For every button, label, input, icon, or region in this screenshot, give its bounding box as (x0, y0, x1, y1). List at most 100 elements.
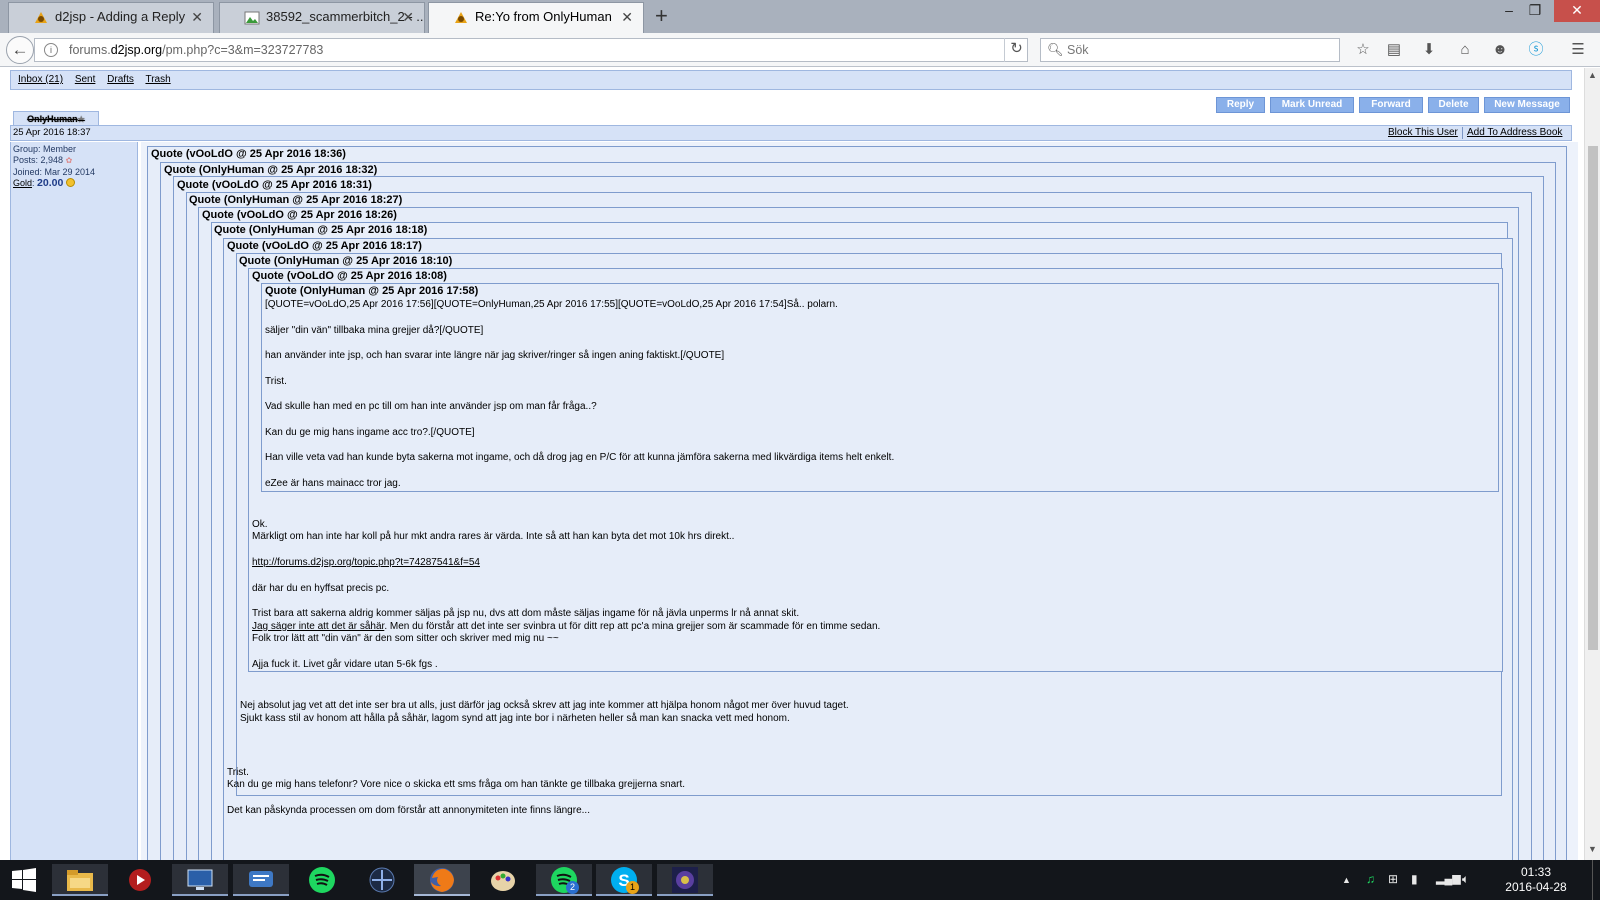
browser-tab-adding-reply[interactable]: d2jsp - Adding a Reply ✕ (8, 2, 214, 33)
star-icon[interactable]: ☆ (1353, 41, 1373, 59)
message-line: Ajja fuck it. Livet går vidare utan 5-6k… (252, 659, 438, 670)
windows-tray-icon[interactable]: ⊞ (1388, 872, 1398, 886)
quote-header: Quote (vOoLdO @ 25 Apr 2016 18:26) (202, 209, 397, 221)
author-gold: Gold: 20.00 (13, 178, 137, 189)
pm-folder-nav: Inbox (21) Sent Drafts Trash (10, 70, 1572, 90)
quote-header: Quote (OnlyHuman @ 25 Apr 2016 18:32) (164, 164, 378, 176)
close-icon[interactable]: ✕ (621, 3, 633, 31)
mark-unread-button[interactable]: Mark Unread (1270, 97, 1354, 113)
sent-link[interactable]: Sent (75, 74, 96, 85)
game-app-icon[interactable] (657, 864, 713, 896)
spotify-icon[interactable] (294, 864, 350, 896)
browser-tab-active[interactable]: Re:Yo from OnlyHuman ✕ (428, 2, 644, 33)
add-address-book-link[interactable]: Add To Address Book (1467, 126, 1562, 140)
show-hidden-icons-icon[interactable]: ▲ (1342, 875, 1351, 885)
skype-icon[interactable]: ⓢ (1526, 41, 1546, 59)
navigation-bar: ← i forums.d2jsp.org/pm.php?c=3&m=323727… (0, 33, 1600, 67)
gold-link[interactable]: Gold (13, 178, 32, 188)
media-player-icon[interactable] (112, 864, 168, 896)
system-clock[interactable]: 01:33 2016-04-28 (1497, 865, 1575, 895)
block-user-link[interactable]: Block This User (1388, 126, 1458, 140)
file-explorer-icon[interactable] (52, 864, 108, 896)
diablo-icon[interactable] (354, 864, 410, 896)
scroll-down-icon[interactable]: ▼ (1588, 844, 1597, 854)
skype-icon[interactable]: S 1 (596, 864, 652, 896)
search-input[interactable]: 🔍︎ Sök (1040, 38, 1340, 62)
author-posts: Posts: 2,948 ✿ (13, 155, 73, 166)
url-prefix: forums. (69, 43, 111, 57)
volume-icon[interactable]: 🔈︎ (1462, 872, 1469, 887)
quote-header: Quote (OnlyHuman @ 25 Apr 2016 18:27) (189, 194, 403, 206)
spotify-badge: 2 (566, 881, 579, 894)
url-bar[interactable]: i forums.d2jsp.org/pm.php?c=3&m=32372778… (34, 38, 1028, 62)
underlined-text: Jag säger inte att det är såhär (252, 621, 385, 632)
topic-link[interactable]: http://forums.d2jsp.org/topic.php?t=7428… (252, 557, 480, 568)
author-joined: Joined: Mar 29 2014 (13, 166, 96, 177)
close-icon[interactable]: ✕ (191, 3, 203, 31)
message-line: han använder inte jsp, och han svarar in… (265, 350, 725, 361)
author-info-panel: Group: Member Posts: 2,948 ✿ Joined: Mar… (10, 142, 138, 860)
message-line: Kan du ge mig hans telefonr? Vore nice o… (227, 779, 686, 790)
message-line: Nej absolut jag vet att det inte ser bra… (240, 700, 849, 711)
quote-header: Quote (vOoLdO @ 25 Apr 2016 18:17) (227, 240, 422, 252)
inbox-link[interactable]: Inbox (21) (18, 74, 63, 85)
info-icon[interactable]: i (44, 43, 58, 57)
new-tab-button[interactable]: + (655, 2, 668, 30)
author-group: Group: Member (13, 144, 77, 154)
back-button[interactable]: ← (6, 36, 34, 64)
menu-icon[interactable]: ☰ (1568, 41, 1588, 59)
maximize-button[interactable]: ❐ (1522, 0, 1548, 22)
download-icon[interactable]: ⬇ (1419, 41, 1439, 59)
tab-title: Re:Yo from OnlyHuman (475, 9, 612, 24)
tab-bar: d2jsp - Adding a Reply ✕ 38592_scammerbi… (0, 0, 1600, 33)
message-line: Märkligt om han inte har koll på hur mkt… (252, 531, 735, 542)
page-content: Inbox (21) Sent Drafts Trash Reply Mark … (0, 68, 1584, 860)
message-date: 25 Apr 2016 18:37 (13, 127, 91, 138)
spotify-tray-icon[interactable]: ♫ (1366, 872, 1375, 886)
hello-icon[interactable]: ☻ (1490, 41, 1510, 59)
start-icon[interactable] (0, 864, 48, 896)
chat-app-icon[interactable] (233, 864, 289, 896)
forward-button[interactable]: Forward (1359, 97, 1423, 113)
home-icon[interactable]: ⌂ (1455, 41, 1475, 59)
url-path: /pm.php?c=3&m=323727783 (162, 43, 324, 57)
author-name[interactable]: OnlyHuman★ (13, 111, 99, 126)
taskbar: 2 S 1 ▲ ♫ ⊞ ▮ ▂▄▆ 🔈︎ 01:33 2016-04-28 (0, 860, 1600, 900)
quote-header: Quote (OnlyHuman @ 25 Apr 2016 18:10) (239, 255, 453, 267)
close-icon[interactable]: ✕ (402, 3, 414, 31)
scrollbar-thumb[interactable] (1588, 146, 1598, 650)
tab-title: 38592_scammerbitch_2 - ... (266, 9, 425, 24)
drafts-link[interactable]: Drafts (107, 74, 134, 85)
firefox-icon[interactable] (414, 864, 470, 896)
tab-title: d2jsp - Adding a Reply (55, 9, 186, 24)
new-message-button[interactable]: New Message (1484, 97, 1570, 113)
message-line: Ok. (252, 519, 268, 530)
battery-icon[interactable]: ▮ (1411, 872, 1418, 886)
minimize-button[interactable]: – (1496, 0, 1522, 22)
image-favicon-icon (244, 11, 260, 25)
close-window-button[interactable]: ✕ (1554, 0, 1600, 22)
remote-desktop-icon[interactable] (172, 864, 228, 896)
message-header: 25 Apr 2016 18:37 Block This User Add To… (10, 125, 1572, 141)
paint-icon[interactable] (475, 864, 531, 896)
d2jsp-favicon-icon (455, 12, 467, 23)
gold-value: 20.00 (37, 177, 64, 190)
spotify-alt-icon[interactable]: 2 (536, 864, 592, 896)
reply-button[interactable]: Reply (1216, 97, 1265, 113)
quote-header: Quote (OnlyHuman @ 25 Apr 2016 17:58) (265, 285, 479, 297)
reload-icon[interactable]: ↻ (1004, 38, 1028, 62)
message-line: Kan du ge mig hans ingame acc tro?.[/QUO… (265, 427, 475, 438)
delete-button[interactable]: Delete (1428, 97, 1479, 113)
divider (1462, 127, 1463, 139)
browser-tab-image[interactable]: 38592_scammerbitch_2 - ... ✕ (219, 2, 425, 33)
quote-header: Quote (OnlyHuman @ 25 Apr 2016 18:18) (214, 224, 428, 236)
network-icon[interactable]: ▂▄▆ (1436, 872, 1461, 885)
scroll-up-icon[interactable]: ▲ (1588, 70, 1597, 80)
message-line: Jag säger inte att det är såhär. Men du … (252, 621, 881, 632)
reader-icon[interactable]: ▤ (1384, 41, 1404, 59)
message-line: Vad skulle han med en pc till om han int… (265, 401, 597, 412)
message-line: Trist. (227, 767, 249, 778)
show-desktop-button[interactable] (1592, 860, 1600, 900)
vertical-scrollbar[interactable]: ▲ ▼ (1584, 68, 1600, 860)
trash-link[interactable]: Trash (145, 74, 170, 85)
